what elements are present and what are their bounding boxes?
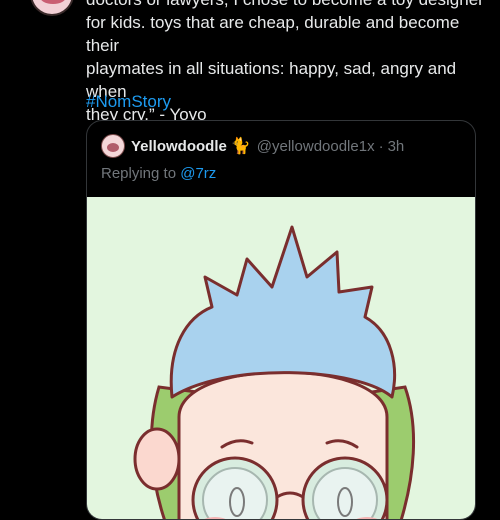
hashtag-link[interactable]: #NomStory xyxy=(86,90,171,113)
quoted-handle[interactable]: @yellowdoodle1x xyxy=(257,138,375,155)
quoted-tweet-image[interactable] xyxy=(87,197,475,519)
quoted-tweet-header: Yellowdoodle 🐈 @yellowdoodle1x · 3h xyxy=(101,133,404,159)
character-illustration xyxy=(133,225,416,519)
avatar-art xyxy=(107,143,119,152)
quoted-timestamp[interactable]: 3h xyxy=(388,138,405,155)
cat-emoji-icon: 🐈 xyxy=(230,138,251,155)
avatar-art xyxy=(40,0,66,4)
replying-to: Replying to @7rz xyxy=(101,165,216,182)
replying-to-prefix: Replying to xyxy=(101,165,181,182)
quoted-display-name[interactable]: Yellowdoodle xyxy=(131,138,227,155)
author-avatar[interactable] xyxy=(30,0,74,16)
replying-to-link[interactable]: @7rz xyxy=(180,165,216,182)
separator-dot: · xyxy=(378,137,384,155)
quoted-author-avatar[interactable] xyxy=(101,134,125,158)
quoted-tweet[interactable]: Yellowdoodle 🐈 @yellowdoodle1x · 3h Repl… xyxy=(86,120,476,520)
